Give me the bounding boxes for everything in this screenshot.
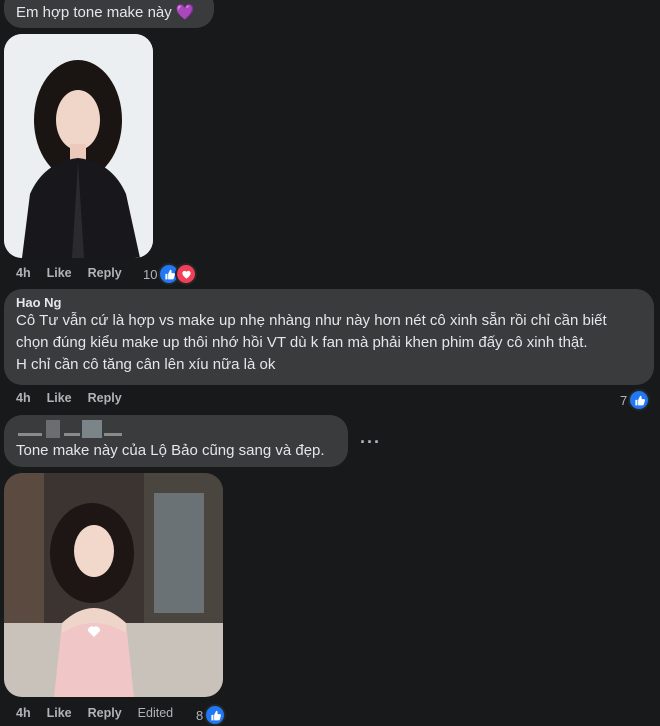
comment-actions: 4h Like Reply (16, 266, 122, 280)
reaction-summary[interactable]: 7 (620, 389, 651, 411)
reaction-count: 10 (143, 266, 158, 282)
reply-button[interactable]: Reply (88, 391, 122, 405)
author-name-redacted (18, 419, 128, 439)
comment-time[interactable]: 4h (16, 391, 31, 405)
redaction-block (82, 420, 102, 438)
comment-bubble: Tone make này của Lộ Bảo cũng sang và đẹ… (4, 415, 348, 467)
comment-bubble: Hao Ng Cô Tư vẫn cứ là hợp vs make up nh… (4, 289, 654, 385)
comment-text: Em hợp tone make này 💜 (16, 4, 195, 21)
reaction-summary[interactable]: 10 (143, 263, 198, 285)
comment-author[interactable]: Hao Ng (16, 295, 654, 310)
comment-bubble: Em hợp tone make này 💜 (4, 0, 214, 28)
comment-time[interactable]: 4h (16, 266, 31, 280)
reaction-count: 8 (196, 707, 204, 723)
comment-photo[interactable] (4, 473, 223, 697)
like-button[interactable]: Like (47, 391, 72, 405)
like-icon (204, 704, 227, 726)
reply-button[interactable]: Reply (88, 706, 122, 720)
comment-text-line: chọn đúng kiểu make up thôi nhớ hồi VT d… (16, 334, 588, 351)
more-options-icon[interactable]: ··· (360, 433, 381, 451)
comment-time[interactable]: 4h (16, 706, 31, 720)
comment-actions: 4h Like Reply (16, 391, 122, 405)
edited-label[interactable]: Edited (138, 706, 173, 720)
comment-text-line: H chỉ cần cô tăng cân lên xíu nữa là ok (16, 356, 276, 373)
more-options-icon[interactable]: ··· (228, 0, 249, 8)
redaction-block (46, 420, 60, 438)
like-icon (628, 389, 651, 411)
comment-actions: 4h Like Reply Edited (16, 706, 173, 720)
comment-text-line: Cô Tư vẫn cứ là hợp vs make up nhẹ nhàng… (16, 312, 607, 329)
reaction-summary[interactable]: 8 (196, 704, 227, 726)
reaction-count: 7 (620, 392, 628, 408)
love-icon (175, 263, 198, 285)
comment-text: Tone make này của Lộ Bảo cũng sang và đẹ… (16, 442, 325, 459)
like-button[interactable]: Like (47, 706, 72, 720)
comment-photo[interactable] (4, 34, 153, 258)
reply-button[interactable]: Reply (88, 266, 122, 280)
like-button[interactable]: Like (47, 266, 72, 280)
